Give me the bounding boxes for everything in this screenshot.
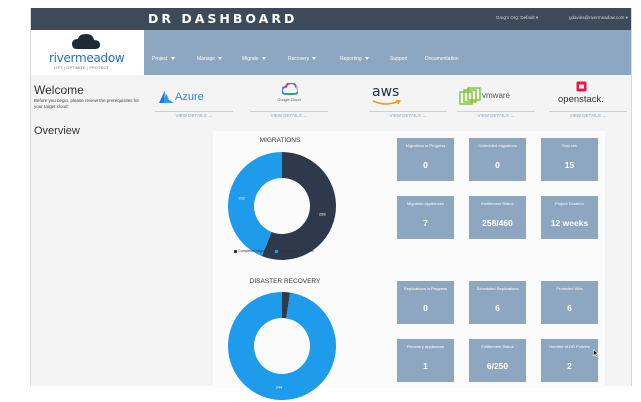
openstack-logo-icon xyxy=(576,81,587,92)
org-selector[interactable]: Greg's Org: Default ▾ xyxy=(496,15,538,21)
main-nav: Project Manage Migrate Recovery Reportin… xyxy=(144,30,631,75)
legend-label-completed: Completed Migrations xyxy=(238,249,273,253)
view-details-link[interactable]: VIEW DETAILS → xyxy=(155,113,233,118)
nav-project[interactable]: Project xyxy=(152,56,175,62)
azure-logo-icon xyxy=(159,90,174,103)
migrations-legend: Completed Migrations Remaining Migration… xyxy=(234,249,314,253)
view-details-link[interactable]: VIEW DETAILS → xyxy=(549,113,627,118)
nav-migrate[interactable]: Migrate xyxy=(242,56,266,62)
nav-documentation[interactable]: Documentation xyxy=(425,56,459,62)
overview-title: Overview xyxy=(34,125,80,137)
cloud-card-aws[interactable]: aws VIEW DETAILS → xyxy=(369,75,451,123)
app-window: DR DASHBOARD Greg's Org: Default ▾ gdavi… xyxy=(30,8,632,400)
tile-dr-policies: Number of DR Policies 2 xyxy=(541,339,598,382)
chevron-down-icon xyxy=(312,57,317,61)
cloud-card-vmware[interactable]: vmware VIEW DETAILS → xyxy=(457,75,539,123)
tile-scheduled-migrations: Scheduled migrations 0 xyxy=(469,138,526,181)
mouse-cursor-icon xyxy=(593,349,599,357)
tile-migrations-in-progress: Migrations in Progress 0 xyxy=(397,138,454,181)
nav-support[interactable]: Support xyxy=(390,56,408,62)
donut-data-label: 244 xyxy=(276,384,283,389)
tile-migration-appliances: Migration Appliances 7 xyxy=(397,196,454,239)
tile-entitlement-status: Entitlement Status 258/460 xyxy=(469,196,526,239)
cloud-card-openstack[interactable]: openstack. VIEW DETAILS → xyxy=(549,75,631,123)
aws-name: aws xyxy=(372,84,400,100)
view-details-link[interactable]: VIEW DETAILS → xyxy=(457,113,535,118)
legend-swatch-completed xyxy=(234,249,237,253)
welcome-section: Welcome Before you begin, please review … xyxy=(31,75,631,123)
migrations-donut-chart: 258 202 xyxy=(227,152,336,260)
donut-data-label: 258 xyxy=(319,211,326,216)
dashboard-content: MIGRATIONS 258 202 Completed Migrations R… xyxy=(213,131,605,400)
azure-name: Azure xyxy=(175,91,204,103)
brand-tagline: LIFT | OPTIMIZE | PROTECT xyxy=(54,66,109,70)
tile-project-duration: Project Duration 12 weeks xyxy=(541,196,598,239)
brand-name: rivermeadow xyxy=(49,51,125,65)
google-cloud-logo-icon xyxy=(282,83,298,95)
user-menu[interactable]: gdavies@rivermeadow.com ▾ xyxy=(569,15,628,21)
welcome-title: Welcome xyxy=(34,83,84,97)
migrations-title: MIGRATIONS xyxy=(259,137,301,144)
tile-replications-in-progress: Replications in Progress 0 xyxy=(397,281,454,324)
nav-reporting[interactable]: Reporting xyxy=(340,56,369,62)
cloud-card-google[interactable]: Google Cloud VIEW DETAILS → xyxy=(250,75,332,123)
tile-recovery-appliances: Recovery Appliances 1 xyxy=(397,339,454,382)
cloud-card-azure[interactable]: Azure VIEW DETAILS → xyxy=(155,75,237,123)
openstack-name: openstack. xyxy=(558,94,604,105)
welcome-text: Before you begin, please review the prer… xyxy=(34,98,140,109)
view-details-link[interactable]: VIEW DETAILS → xyxy=(369,113,447,118)
tile-scheduled-replications: Scheduled Replications 6 xyxy=(469,281,526,324)
nav-recovery[interactable]: Recovery xyxy=(288,56,317,62)
chevron-down-icon xyxy=(170,57,175,61)
vmware-logo-icon xyxy=(459,87,481,105)
chevron-down-icon xyxy=(261,57,266,61)
donut-data-label: 202 xyxy=(238,196,245,201)
view-details-link[interactable]: VIEW DETAILS → xyxy=(250,113,328,118)
brand-logo[interactable]: rivermeadow LIFT | OPTIMIZE | PROTECT xyxy=(31,30,144,75)
chevron-down-icon xyxy=(218,57,223,61)
dr-donut-chart: 244 xyxy=(228,292,336,400)
aws-smile-icon xyxy=(372,100,401,105)
app-title: DR DASHBOARD xyxy=(148,11,298,26)
nav-manage[interactable]: Manage xyxy=(197,56,223,62)
chevron-down-icon xyxy=(364,57,369,61)
legend-swatch-remaining xyxy=(274,249,278,253)
tile-sources: Sources 15 xyxy=(541,138,598,181)
tile-dr-entitlement-status: Entitlement Status 6/250 xyxy=(469,339,526,382)
google-cloud-name: Google Cloud xyxy=(277,98,301,102)
cloud-logo-icon xyxy=(72,34,100,49)
legend-label-remaining: Remaining Migrations xyxy=(278,249,314,253)
tile-protected-vms: Protected VMs 6 xyxy=(541,281,598,324)
vmware-name: vmware xyxy=(482,91,511,100)
disaster-recovery-title: DISASTER RECOVERY xyxy=(249,278,321,285)
top-bar: DR DASHBOARD Greg's Org: Default ▾ gdavi… xyxy=(31,8,631,30)
